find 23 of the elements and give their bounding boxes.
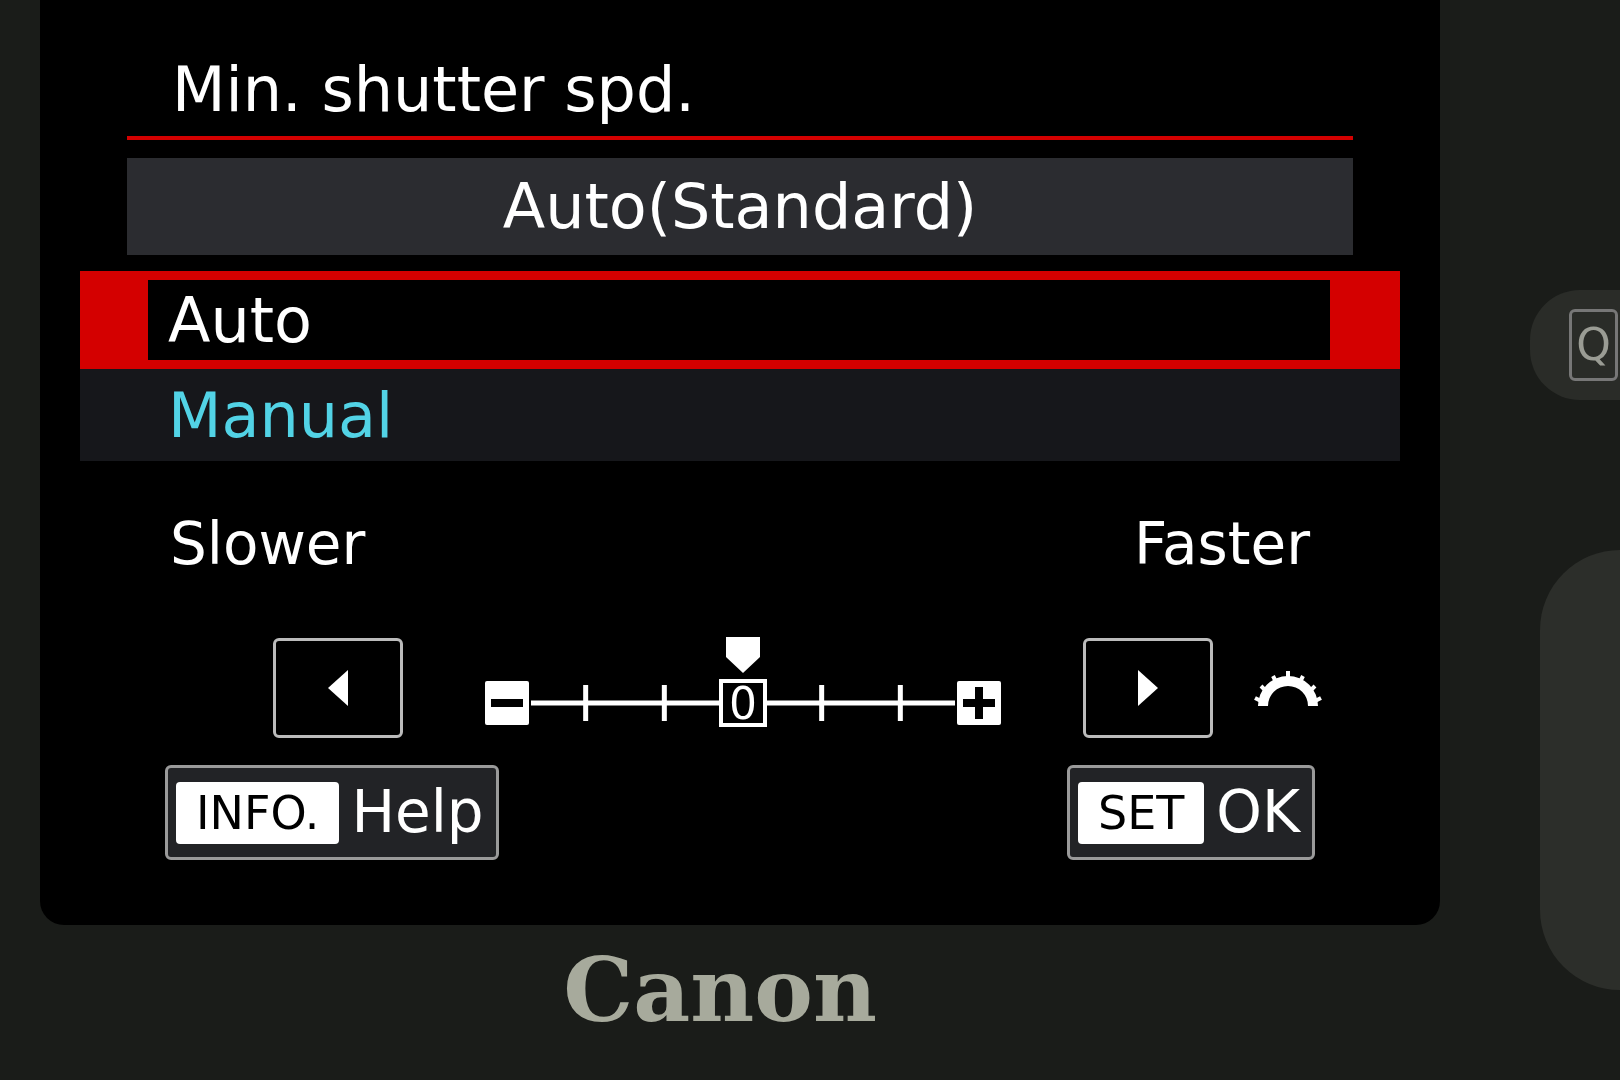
- left-arrow-button[interactable]: [273, 638, 403, 738]
- right-triangle-icon: [1138, 670, 1158, 706]
- key-label: INFO.: [176, 781, 340, 844]
- action-label: Help: [351, 777, 485, 848]
- minus-icon: [485, 681, 529, 725]
- scale-pointer[interactable]: [726, 637, 760, 673]
- help-button[interactable]: INFO. Help: [165, 765, 499, 860]
- menu-title: Min. shutter spd.: [171, 52, 696, 128]
- action-label: OK: [1216, 777, 1302, 848]
- current-value: Auto(Standard): [502, 169, 978, 245]
- faster-label: Faster: [1133, 509, 1310, 580]
- brand-logo: Canon: [563, 937, 877, 1044]
- zero-label: 0: [719, 678, 767, 729]
- menu-option[interactable]: Auto: [80, 271, 1400, 369]
- left-triangle-icon: [328, 670, 348, 706]
- key-label: SET: [1077, 781, 1205, 844]
- plus-icon: [957, 681, 1001, 725]
- dial-icon: [1253, 668, 1323, 708]
- q-button[interactable]: Q: [1530, 290, 1620, 400]
- slower-label: Slower: [170, 509, 366, 580]
- ok-button[interactable]: SET OK: [1066, 765, 1315, 860]
- menu-option[interactable]: Manual: [80, 369, 1400, 461]
- right-arrow-button[interactable]: [1083, 638, 1213, 738]
